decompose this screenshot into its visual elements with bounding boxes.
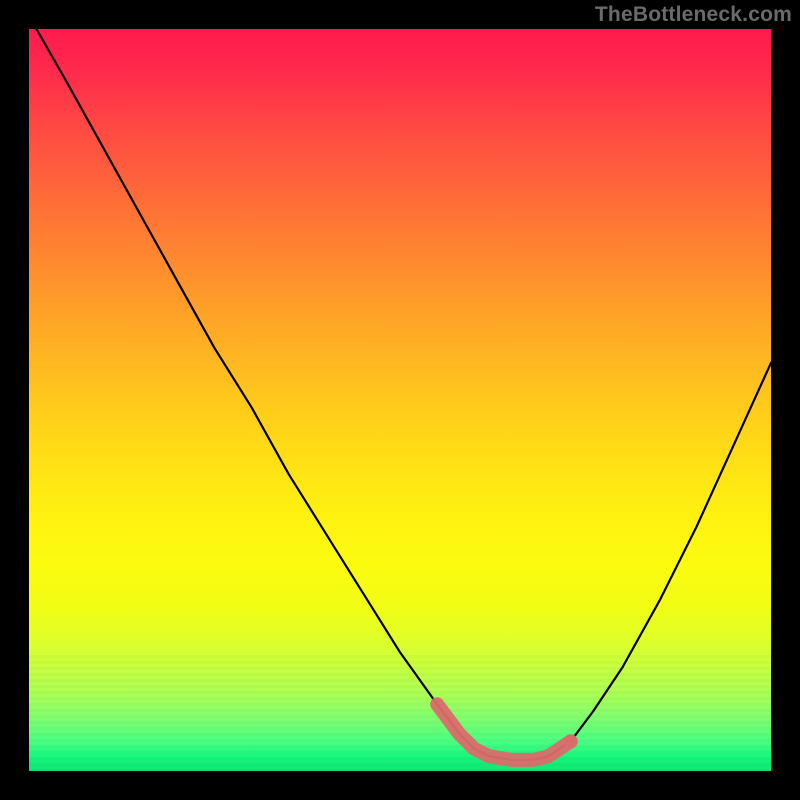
chart-container: TheBottleneck.com	[0, 0, 800, 800]
curve-svg	[29, 29, 771, 771]
plot-area	[29, 29, 771, 771]
optimal-zone-marker	[564, 734, 578, 748]
watermark-text: TheBottleneck.com	[595, 3, 792, 27]
optimal-zone-highlight	[437, 704, 571, 760]
bottleneck-curve	[36, 29, 771, 760]
